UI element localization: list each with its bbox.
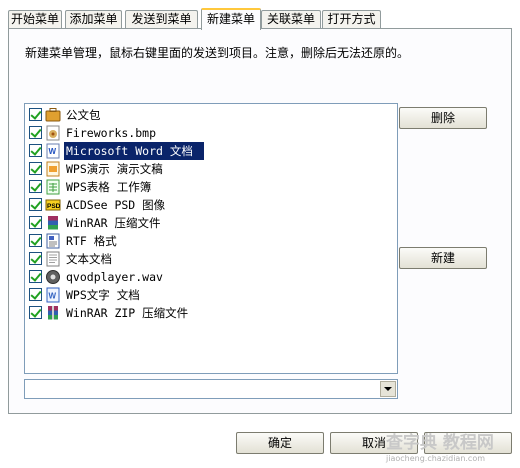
tab-send-to-menu[interactable]: 发送到菜单 <box>125 10 198 29</box>
delete-button[interactable]: 删除 <box>399 107 487 129</box>
list-item-selected[interactable]: W Microsoft Word 文档 <box>27 142 395 160</box>
item-checkbox[interactable] <box>29 270 42 283</box>
list-item[interactable]: 公文包 <box>27 106 395 124</box>
list-item[interactable]: W WPS文字 文档 <box>27 286 395 304</box>
wps-presentation-icon <box>45 161 61 177</box>
item-checkbox[interactable] <box>29 126 42 139</box>
item-checkbox[interactable] <box>29 288 42 301</box>
fireworks-bmp-icon <box>45 125 61 141</box>
chevron-down-icon[interactable] <box>380 381 396 397</box>
word-document-icon: W <box>45 143 61 159</box>
item-label: WPS演示 演示文稿 <box>66 162 163 176</box>
list-item[interactable]: Fireworks.bmp <box>27 124 395 142</box>
item-label: ACDSee PSD 图像 <box>66 198 166 212</box>
svg-text:W: W <box>49 147 57 156</box>
item-label: RTF 格式 <box>66 234 117 248</box>
svg-text:PSD: PSD <box>47 203 61 210</box>
item-label: WinRAR 压缩文件 <box>66 216 161 230</box>
item-checkbox[interactable] <box>29 162 42 175</box>
briefcase-icon <box>45 107 61 123</box>
item-label: WPS文字 文档 <box>66 288 140 302</box>
item-label: qvodplayer.wav <box>66 270 163 284</box>
tab-association-menu[interactable]: 关联菜单 <box>261 10 321 29</box>
svg-text:W: W <box>49 292 57 301</box>
tab-panel: 新建菜单管理，鼠标右键里面的发送到项目。注意，删除后无法还原的。 公文包 Fir… <box>8 28 512 414</box>
item-label: 文本文档 <box>66 252 112 266</box>
new-button[interactable]: 新建 <box>399 247 487 269</box>
list-item[interactable]: WinRAR 压缩文件 <box>27 214 395 232</box>
item-checkbox[interactable] <box>29 108 42 121</box>
type-combobox[interactable] <box>24 379 398 399</box>
tab-new-menu[interactable]: 新建菜单 <box>201 8 261 30</box>
list-item[interactable]: WPS演示 演示文稿 <box>27 160 395 178</box>
tab-start-menu[interactable]: 开始菜单 <box>8 10 62 29</box>
item-checkbox[interactable] <box>29 234 42 247</box>
wps-writer-icon: W <box>45 287 61 303</box>
description-text: 新建菜单管理，鼠标右键里面的发送到项目。注意，删除后无法还原的。 <box>25 46 410 60</box>
item-checkbox[interactable] <box>29 306 42 319</box>
qvod-audio-icon <box>45 269 61 285</box>
watermark-url: jiaocheng.chazidian.com <box>386 454 486 463</box>
watermark-main: 查字典 教程网 <box>386 433 494 453</box>
item-checkbox[interactable] <box>29 144 42 157</box>
ok-button[interactable]: 确定 <box>236 432 324 454</box>
winrar-zip-icon <box>45 305 61 321</box>
list-item[interactable]: qvodplayer.wav <box>27 268 395 286</box>
tab-open-with[interactable]: 打开方式 <box>322 10 381 29</box>
new-menu-list[interactable]: 公文包 Fireworks.bmp W Microsoft Word 文档 WP… <box>24 103 398 374</box>
wps-spreadsheet-icon <box>45 179 61 195</box>
site-watermark: 查字典 教程网 jiaocheng.chazidian.com <box>386 428 516 466</box>
item-label: WPS表格 工作簿 <box>66 180 152 194</box>
tab-add-menu[interactable]: 添加菜单 <box>65 10 122 29</box>
item-label: 公文包 <box>66 108 101 122</box>
item-checkbox[interactable] <box>29 216 42 229</box>
list-item[interactable]: RTF 格式 <box>27 232 395 250</box>
item-label: WinRAR ZIP 压缩文件 <box>66 306 189 320</box>
item-checkbox[interactable] <box>29 252 42 265</box>
list-item[interactable]: WPS表格 工作簿 <box>27 178 395 196</box>
list-item[interactable]: WinRAR ZIP 压缩文件 <box>27 304 395 322</box>
item-checkbox[interactable] <box>29 180 42 193</box>
text-document-icon <box>45 251 61 267</box>
rtf-document-icon <box>45 233 61 249</box>
item-label: Fireworks.bmp <box>66 126 157 140</box>
item-label: Microsoft Word 文档 <box>64 142 204 160</box>
psd-image-icon: PSD <box>45 197 61 213</box>
list-item[interactable]: 文本文档 <box>27 250 395 268</box>
list-item[interactable]: PSD ACDSee PSD 图像 <box>27 196 395 214</box>
item-checkbox[interactable] <box>29 198 42 211</box>
winrar-archive-icon <box>45 215 61 231</box>
